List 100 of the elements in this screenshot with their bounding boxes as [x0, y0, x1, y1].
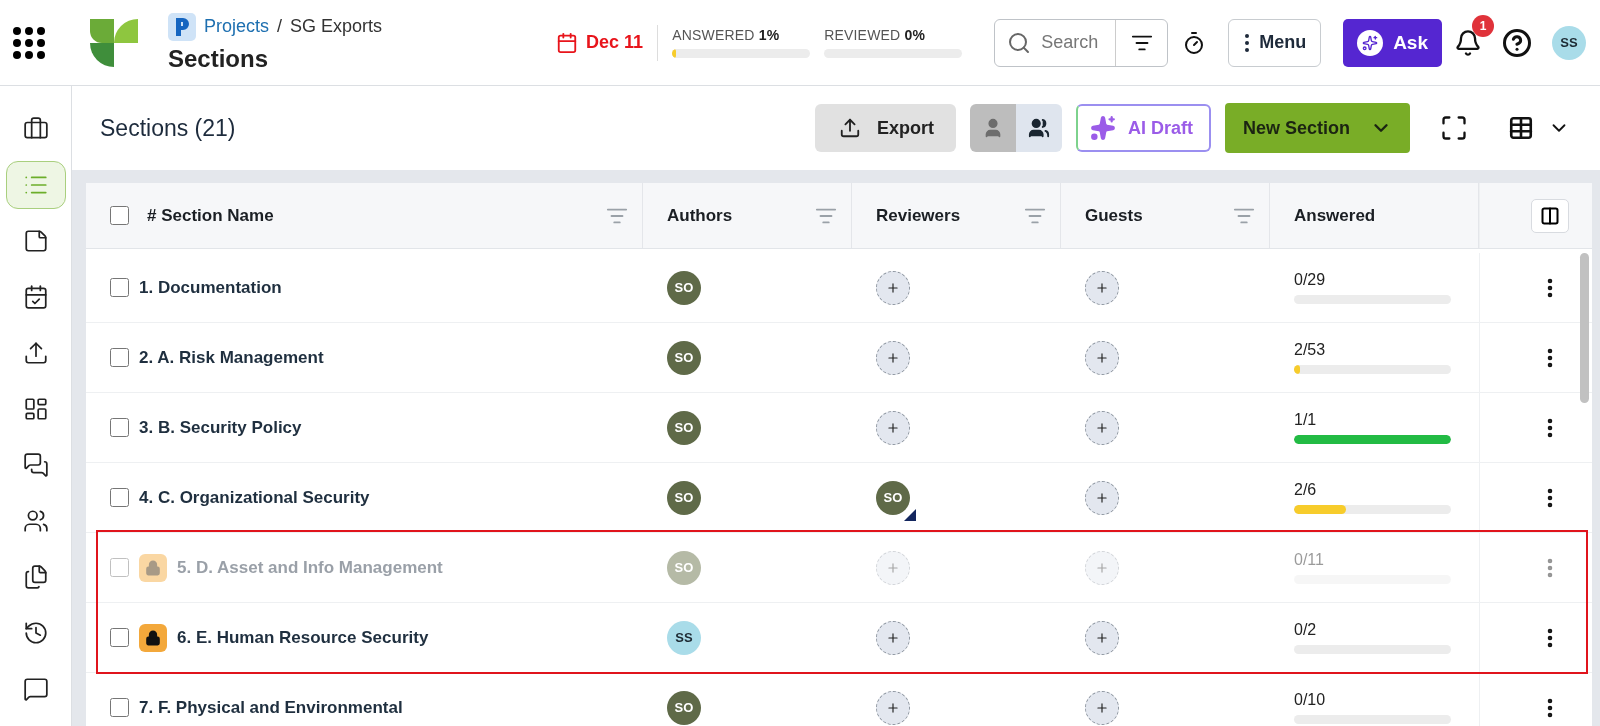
section-name[interactable]: 2. A. Risk Management	[139, 347, 324, 368]
add-reviewer-button[interactable]	[876, 270, 910, 305]
add-reviewer-button[interactable]	[876, 410, 910, 445]
files-icon	[22, 564, 49, 590]
select-all-checkbox[interactable]	[110, 206, 129, 225]
avatar: SO	[667, 410, 701, 445]
table-view-icon[interactable]	[1508, 115, 1534, 141]
plus-icon	[886, 700, 900, 715]
dashboard-icon	[22, 396, 49, 422]
column-title: # Section Name	[147, 205, 274, 226]
page-title: Sections	[168, 44, 270, 73]
briefcase-icon	[22, 116, 49, 142]
column-title: Reviewers	[876, 205, 961, 226]
row-checkbox[interactable]	[110, 488, 129, 507]
calendar-check-icon	[22, 284, 49, 310]
help-icon[interactable]	[1502, 27, 1532, 58]
plus-icon	[886, 280, 900, 295]
row-checkbox[interactable]	[110, 418, 129, 437]
columns-icon	[1539, 205, 1560, 226]
breadcrumb-separator: /	[277, 16, 283, 37]
add-guest-button[interactable]	[1085, 620, 1119, 655]
sparkle-icon	[1089, 115, 1116, 141]
search-input[interactable]: Search	[1039, 31, 1104, 54]
user-avatar[interactable]: SS	[1552, 25, 1586, 60]
plus-icon	[886, 420, 900, 435]
row-checkbox[interactable]	[110, 698, 129, 717]
ask-button[interactable]: Ask	[1343, 18, 1442, 67]
single-user-view-button[interactable]	[969, 104, 1016, 152]
plus-icon	[1095, 350, 1109, 365]
answered-count: 1/1	[1294, 411, 1317, 429]
section-name[interactable]: 3. B. Security Policy	[139, 417, 302, 438]
answered-count: 0/10	[1294, 691, 1326, 709]
avatar: SO	[667, 480, 701, 515]
section-name[interactable]: 1. Documentation	[139, 277, 282, 298]
section-count-title: Sections (21)	[100, 114, 236, 142]
avatar: SO	[667, 550, 701, 585]
sparkle-icon	[1362, 34, 1379, 51]
calendar-icon	[556, 31, 579, 54]
answered-count: 0/2	[1294, 621, 1317, 639]
row-checkbox[interactable]	[110, 348, 129, 367]
answered-count: 2/6	[1294, 481, 1317, 499]
avatar: SO	[667, 340, 701, 375]
plus-icon	[1095, 630, 1109, 645]
scrollbar[interactable]	[1580, 253, 1589, 403]
add-guest-button[interactable]	[1085, 270, 1119, 305]
answered-count: 0/11	[1294, 551, 1324, 569]
plus-icon	[1095, 560, 1109, 575]
search-icon	[1007, 30, 1032, 55]
logo	[88, 16, 140, 69]
add-guest-button[interactable]	[1085, 690, 1119, 725]
upload-icon	[22, 340, 49, 366]
row-checkbox[interactable]	[110, 628, 129, 647]
avatar: SO	[667, 270, 701, 305]
project-icon	[168, 12, 196, 41]
answered-count: 2/53	[1294, 341, 1326, 359]
message-icon	[22, 676, 49, 702]
plus-icon	[886, 630, 900, 645]
section-name[interactable]: 4. C. Organizational Security	[139, 487, 370, 508]
row-checkbox[interactable]	[110, 278, 129, 297]
answered-count: 0/29	[1294, 271, 1326, 289]
plus-icon	[1095, 420, 1109, 435]
users-icon	[1027, 117, 1050, 139]
plus-icon	[886, 350, 900, 365]
plus-icon	[1095, 700, 1109, 715]
breadcrumb-link[interactable]: Projects	[204, 16, 270, 37]
add-guest-button[interactable]	[1085, 410, 1119, 445]
export-button[interactable]: Export	[814, 104, 956, 152]
menu-button[interactable]: Menu	[1228, 18, 1322, 67]
progress-label: ANSWERED 1%	[672, 27, 781, 43]
kebab-icon	[1245, 33, 1250, 52]
history-icon	[22, 620, 49, 646]
users-icon	[22, 508, 49, 534]
add-reviewer-button[interactable]	[876, 620, 910, 655]
add-reviewer-button[interactable]	[876, 690, 910, 725]
add-reviewer-button[interactable]	[876, 340, 910, 375]
corner-marker-icon	[904, 508, 916, 521]
section-name[interactable]: 6. E. Human Resource Security	[177, 627, 429, 648]
columns-button[interactable]	[1530, 198, 1569, 233]
bell-icon[interactable]	[1454, 28, 1482, 57]
note-icon	[22, 228, 49, 254]
multi-user-view-button[interactable]	[1015, 104, 1062, 152]
expand-icon[interactable]	[1440, 114, 1468, 142]
column-title: Guests	[1085, 205, 1143, 226]
due-date: Dec 11	[586, 32, 644, 53]
new-section-button[interactable]: New Section	[1224, 103, 1410, 153]
plus-icon	[1095, 490, 1109, 505]
avatar: SO	[667, 690, 701, 725]
add-guest-button[interactable]	[1085, 340, 1119, 375]
plus-icon	[1095, 280, 1109, 295]
section-name[interactable]: 7. F. Physical and Environmental	[139, 697, 403, 718]
add-guest-button[interactable]	[1085, 480, 1119, 515]
ai-draft-button[interactable]: AI Draft	[1075, 104, 1211, 152]
breadcrumb-current: SG Exports	[290, 16, 383, 37]
progress-label: REVIEWED 0%	[824, 27, 927, 43]
notification-badge: 1	[1472, 14, 1494, 37]
chat-icon	[22, 452, 49, 478]
column-title: Authors	[667, 205, 733, 226]
avatar: SS	[667, 620, 701, 655]
apps-grid-icon[interactable]	[12, 25, 46, 60]
avatar: SO	[876, 480, 910, 515]
